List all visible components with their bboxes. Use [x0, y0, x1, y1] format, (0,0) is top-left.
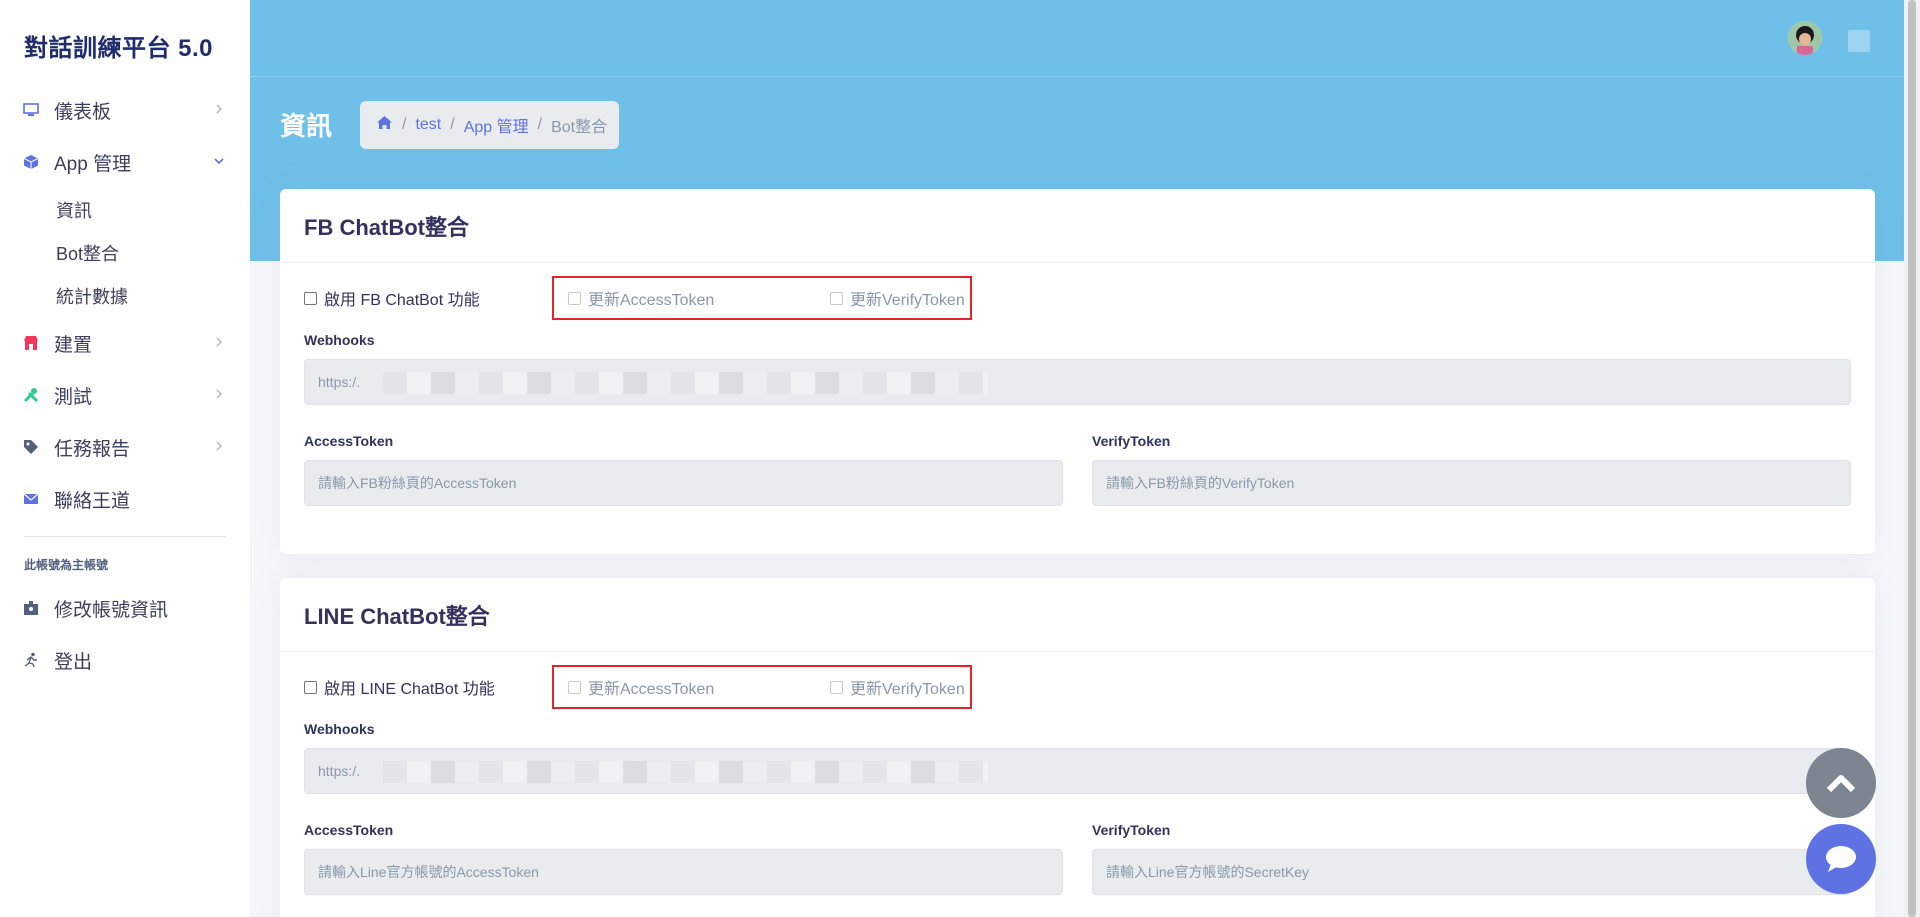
- fb-verify-token-input[interactable]: 請輸入FB粉絲頁的VerifyToken: [1092, 460, 1851, 506]
- line-enable-label[interactable]: 啟用 LINE ChatBot 功能: [324, 675, 495, 699]
- sidebar-item-contact[interactable]: 聯絡王道: [0, 473, 250, 525]
- sidebar-item-label: 登出: [54, 651, 93, 673]
- breadcrumb-separator: /: [537, 116, 543, 133]
- chevron-right-icon: [216, 104, 222, 114]
- fb-chatbot-card: FB ChatBot整合 啟用 FB ChatBot 功能 更新AccessTo…: [280, 189, 1875, 554]
- line-enable-checkbox[interactable]: [304, 680, 317, 694]
- line-update-verify-option[interactable]: 更新VerifyToken: [830, 675, 965, 699]
- chevron-up-icon: [1826, 775, 1856, 793]
- sidebar-item-dashboard[interactable]: 儀表板: [0, 84, 250, 136]
- fb-webhooks-label: Webhooks: [304, 332, 375, 348]
- sidebar-nav: 儀表板 App 管理 資訊 Bot整合 統計數據 建置 測試 任務報告 聯絡王道: [0, 84, 250, 525]
- line-webhooks-field[interactable]: https:/.: [304, 748, 1851, 794]
- line-access-token-label: AccessToken: [304, 822, 394, 838]
- sidebar-subitem-info[interactable]: 資訊: [0, 188, 250, 231]
- line-update-verify-checkbox[interactable]: [830, 680, 843, 694]
- line-update-verify-label: 更新VerifyToken: [850, 681, 965, 698]
- header-divider: [250, 76, 1920, 77]
- card-title: FB ChatBot整合: [280, 189, 1875, 263]
- breadcrumb-separator: /: [450, 116, 455, 133]
- sidebar-item-task-report[interactable]: 任務報告: [0, 421, 250, 473]
- fb-enable-checkbox[interactable]: [304, 291, 317, 305]
- scroll-top-button[interactable]: [1806, 748, 1876, 818]
- shop-icon: [22, 334, 40, 352]
- sidebar-item-build[interactable]: 建置: [0, 317, 250, 369]
- redacted-text: [383, 372, 988, 394]
- breadcrumb-item[interactable]: App 管理: [464, 113, 529, 137]
- sidebar-item-test[interactable]: 測試: [0, 369, 250, 421]
- sidebar-item-label: 儀表板: [54, 101, 112, 123]
- sidebar-subitem-bot-integration[interactable]: Bot整合: [0, 231, 250, 274]
- account-note: 此帳號為主帳號: [24, 558, 109, 572]
- running-icon: [22, 651, 40, 669]
- sidebar-divider: [24, 536, 226, 537]
- line-enable-row: 啟用 LINE ChatBot 功能: [304, 672, 495, 702]
- line-chatbot-card: LINE ChatBot整合 啟用 LINE ChatBot 功能 更新Acce…: [280, 578, 1875, 917]
- sidebar-item-label: 測試: [54, 386, 93, 408]
- redacted-text: [383, 761, 988, 783]
- sidebar: 對話訓練平台 5.0 儀表板 App 管理 資訊 Bot整合 統計數據 建置 測…: [0, 0, 250, 917]
- fb-webhooks-value: https:/.: [318, 374, 361, 390]
- fb-enable-label[interactable]: 啟用 FB ChatBot 功能: [324, 286, 480, 310]
- sidebar-item-label: App 管理: [54, 153, 132, 175]
- chevron-right-icon: [216, 337, 222, 347]
- sidebar-subitem-statistics[interactable]: 統計數據: [0, 274, 250, 317]
- scrollbar-thumb[interactable]: [1908, 0, 1916, 917]
- fb-update-access-option[interactable]: 更新AccessToken: [568, 286, 714, 310]
- fb-webhooks-field[interactable]: https:/.: [304, 359, 1851, 405]
- chevron-right-icon: [216, 389, 222, 399]
- sidebar-item-edit-account[interactable]: 修改帳號資訊: [0, 582, 250, 634]
- line-access-token-input[interactable]: 請輸入Line官方帳號的AccessToken: [304, 849, 1063, 895]
- breadcrumb-current: Bot整合: [551, 119, 608, 136]
- card-title: LINE ChatBot整合: [280, 578, 1875, 652]
- brand-title[interactable]: 對話訓練平台 5.0: [24, 28, 213, 63]
- cube-icon: [22, 153, 40, 171]
- chat-button[interactable]: [1806, 824, 1876, 894]
- fb-update-verify-option[interactable]: 更新VerifyToken: [830, 286, 965, 310]
- chevron-down-icon: [214, 158, 224, 165]
- sidebar-item-logout[interactable]: 登出: [0, 634, 250, 686]
- monitor-icon: [22, 101, 40, 119]
- user-menu-icon[interactable]: [1848, 30, 1870, 52]
- fb-update-token-group: 更新AccessToken 更新VerifyToken: [552, 276, 972, 320]
- fb-update-verify-checkbox[interactable]: [830, 291, 843, 305]
- breadcrumb: / test / App 管理 / Bot整合: [360, 101, 619, 149]
- fb-access-token-label: AccessToken: [304, 433, 394, 449]
- badge-icon: [22, 599, 40, 617]
- fb-update-verify-label: 更新VerifyToken: [850, 292, 965, 309]
- sidebar-account-nav: 修改帳號資訊 登出: [0, 582, 250, 686]
- line-webhooks-value: https:/.: [318, 763, 361, 779]
- line-update-access-label: 更新AccessToken: [588, 681, 715, 698]
- sidebar-item-label: 建置: [54, 334, 93, 356]
- avatar[interactable]: [1788, 21, 1822, 55]
- sidebar-item-label: 修改帳號資訊: [54, 599, 169, 621]
- fb-update-access-label: 更新AccessToken: [588, 292, 715, 309]
- line-verify-token-input[interactable]: 請輸入Line官方帳號的SecretKey: [1092, 849, 1851, 895]
- breadcrumb-separator: /: [402, 116, 407, 133]
- sidebar-item-label: 聯絡王道: [54, 490, 131, 512]
- home-icon[interactable]: [376, 115, 393, 135]
- tag-icon: [22, 438, 40, 456]
- line-update-access-option[interactable]: 更新AccessToken: [568, 675, 714, 699]
- fb-access-token-input[interactable]: 請輸入FB粉絲頁的AccessToken: [304, 460, 1063, 506]
- tools-icon: [22, 386, 40, 404]
- chat-bubble-icon: [1826, 846, 1856, 872]
- page-title: 資訊: [280, 111, 333, 141]
- line-verify-token-label: VerifyToken: [1092, 822, 1171, 838]
- sidebar-item-label: 任務報告: [54, 438, 131, 460]
- line-webhooks-label: Webhooks: [304, 721, 375, 737]
- fb-enable-row: 啟用 FB ChatBot 功能: [304, 283, 480, 313]
- fb-update-access-checkbox[interactable]: [568, 291, 581, 305]
- chevron-right-icon: [216, 441, 222, 451]
- sidebar-item-app-management[interactable]: App 管理: [0, 136, 250, 188]
- fb-verify-token-label: VerifyToken: [1092, 433, 1171, 449]
- breadcrumb-item[interactable]: test: [415, 116, 441, 134]
- envelope-icon: [22, 490, 40, 508]
- line-update-token-group: 更新AccessToken 更新VerifyToken: [552, 665, 972, 709]
- line-update-access-checkbox[interactable]: [568, 680, 581, 694]
